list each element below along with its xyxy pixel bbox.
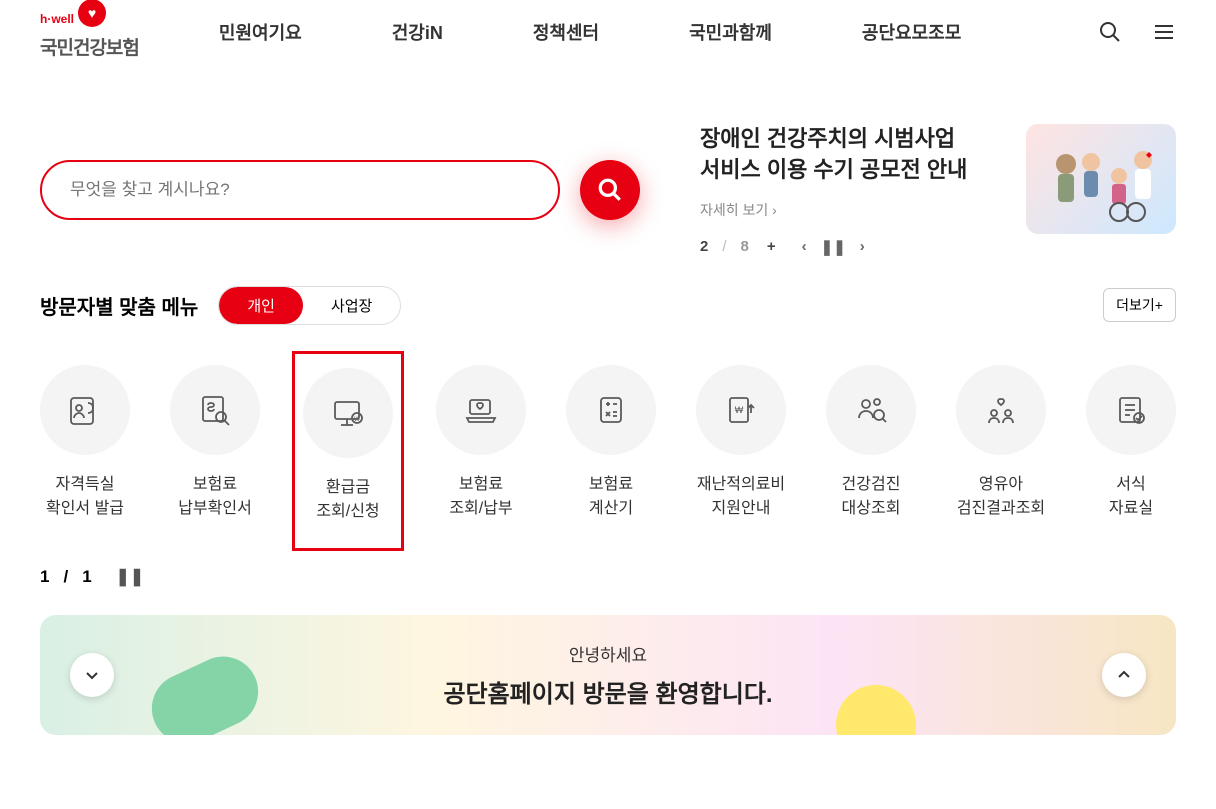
more-button[interactable]: 더보기+ <box>1103 288 1176 322</box>
search-area <box>40 124 640 256</box>
menu-label: 보험료 납부확인서 <box>178 473 252 521</box>
promo-title: 장애인 건강주치의 시범사업서비스 이용 수기 공모전 안내 <box>700 124 1010 186</box>
promo-controls: 2 / 8 + ‹ ❚❚ › <box>700 238 1010 256</box>
chevron-down-icon <box>84 667 100 683</box>
slash: / <box>722 238 726 255</box>
toggle-business[interactable]: 사업장 <box>303 287 400 324</box>
menu-eligibility-cert[interactable]: 자격득실 확인서 발급 <box>40 365 130 527</box>
pause-icon[interactable]: ❚❚ <box>116 567 145 587</box>
slash: / <box>63 567 68 587</box>
search-input[interactable] <box>70 180 530 200</box>
menu-label: 재난적의료비 지원안내 <box>697 473 785 521</box>
menu-refund-inquiry[interactable]: ₩ 환급금 조회/신청 <box>292 351 404 551</box>
menu-label: 보험료 조회/납부 <box>449 473 512 521</box>
nav-health-in[interactable]: 건강iN <box>392 19 443 45</box>
welcome-banner: 안녕하세요 공단홈페이지 방문을 환영합니다. <box>40 615 1176 735</box>
menu-grid: 자격득실 확인서 발급 보험료 납부확인서 ₩ 환급금 조회/신청 보험료 조회… <box>40 365 1176 527</box>
menu-header: 방문자별 맞춤 메뉴 개인 사업장 더보기+ <box>40 286 1176 325</box>
banner-welcome: 공단홈페이지 방문을 환영합니다. <box>443 674 772 709</box>
nav-with-people[interactable]: 국민과함께 <box>689 19 772 45</box>
logo-bottom-text: 국민건강보험 <box>40 33 139 60</box>
family-heart-icon <box>982 391 1020 429</box>
logo-top-text: h·well <box>40 12 74 26</box>
decorative-shape <box>836 685 916 735</box>
search-icon[interactable] <box>1098 20 1122 44</box>
banner-greeting: 안녕하세요 <box>569 641 647 666</box>
book-arrow-icon: ₩ <box>722 391 760 429</box>
people-search-icon <box>852 391 890 429</box>
decorative-shape <box>140 645 269 735</box>
nav-gongdan[interactable]: 공단요모조모 <box>862 19 961 45</box>
chevron-up-icon <box>1116 667 1132 683</box>
menu-payment-cert[interactable]: 보험료 납부확인서 <box>170 365 260 527</box>
calculator-icon <box>592 391 630 429</box>
promo-more-link[interactable]: 자세히 보기 › <box>700 200 1010 220</box>
promo-image <box>1026 124 1176 234</box>
slide-total: 1 <box>82 567 91 587</box>
person-card-icon <box>66 391 104 429</box>
promo-current: 2 <box>700 238 708 255</box>
doc-check-icon <box>1112 391 1150 429</box>
menu-label: 건강검진 대상조회 <box>842 473 901 521</box>
menu-premium-calculator[interactable]: 보험료 계산기 <box>566 365 656 527</box>
promo-banner: 장애인 건강주치의 시범사업서비스 이용 수기 공모전 안내 자세히 보기 › … <box>700 124 1176 256</box>
laptop-heart-icon <box>462 391 500 429</box>
pause-icon[interactable]: ❚❚ <box>821 238 846 256</box>
menu-premium-inquiry[interactable]: 보험료 조회/납부 <box>436 365 526 527</box>
menu-icon[interactable] <box>1152 20 1176 44</box>
promo-total: 8 <box>741 238 749 255</box>
menu-label: 영유아 검진결과조회 <box>957 473 1045 521</box>
menu-label: 자격득실 확인서 발급 <box>46 473 124 521</box>
menu-toggle: 개인 사업장 <box>218 286 401 325</box>
nav-policy[interactable]: 정책센터 <box>533 19 599 45</box>
prev-icon[interactable]: ‹ <box>802 238 807 255</box>
menu-label: 서식 자료실 <box>1109 473 1153 521</box>
menu-infant-checkup[interactable]: 영유아 검진결과조회 <box>956 365 1046 527</box>
menu-catastrophic-support[interactable]: ₩ 재난적의료비 지원안내 <box>696 365 786 527</box>
header: h·well♥ 국민건강보험 민원여기요 건강iN 정책센터 국민과함께 공단요… <box>0 0 1216 64</box>
menu-label: 보험료 계산기 <box>589 473 633 521</box>
toggle-personal[interactable]: 개인 <box>219 287 303 324</box>
menu-title: 방문자별 맞춤 메뉴 <box>40 291 198 320</box>
banner-up-button[interactable] <box>1102 653 1146 697</box>
people-illustration-icon <box>1041 134 1161 224</box>
svg-text:₩: ₩ <box>354 417 360 423</box>
search-button[interactable] <box>580 160 640 220</box>
slide-controls: 1 / 1 ❚❚ <box>0 547 1216 607</box>
svg-text:₩: ₩ <box>735 405 744 415</box>
next-icon[interactable]: › <box>860 238 865 255</box>
slide-current: 1 <box>40 567 49 587</box>
logo[interactable]: h·well♥ 국민건강보험 <box>40 5 139 60</box>
heart-icon: ♥ <box>78 0 106 27</box>
nav-minwon[interactable]: 민원여기요 <box>219 19 302 45</box>
main-nav: 민원여기요 건강iN 정책센터 국민과함께 공단요모조모 <box>219 19 1098 45</box>
menu-label: 환급금 조회/신청 <box>316 476 379 524</box>
promo-expand[interactable]: + <box>767 238 776 255</box>
doc-search-icon <box>196 391 234 429</box>
monitor-won-icon: ₩ <box>329 394 367 432</box>
banner-down-button[interactable] <box>70 653 114 697</box>
search-box[interactable] <box>40 160 560 220</box>
search-icon <box>597 177 623 203</box>
menu-checkup-target[interactable]: 건강검진 대상조회 <box>826 365 916 527</box>
menu-forms[interactable]: 서식 자료실 <box>1086 365 1176 527</box>
